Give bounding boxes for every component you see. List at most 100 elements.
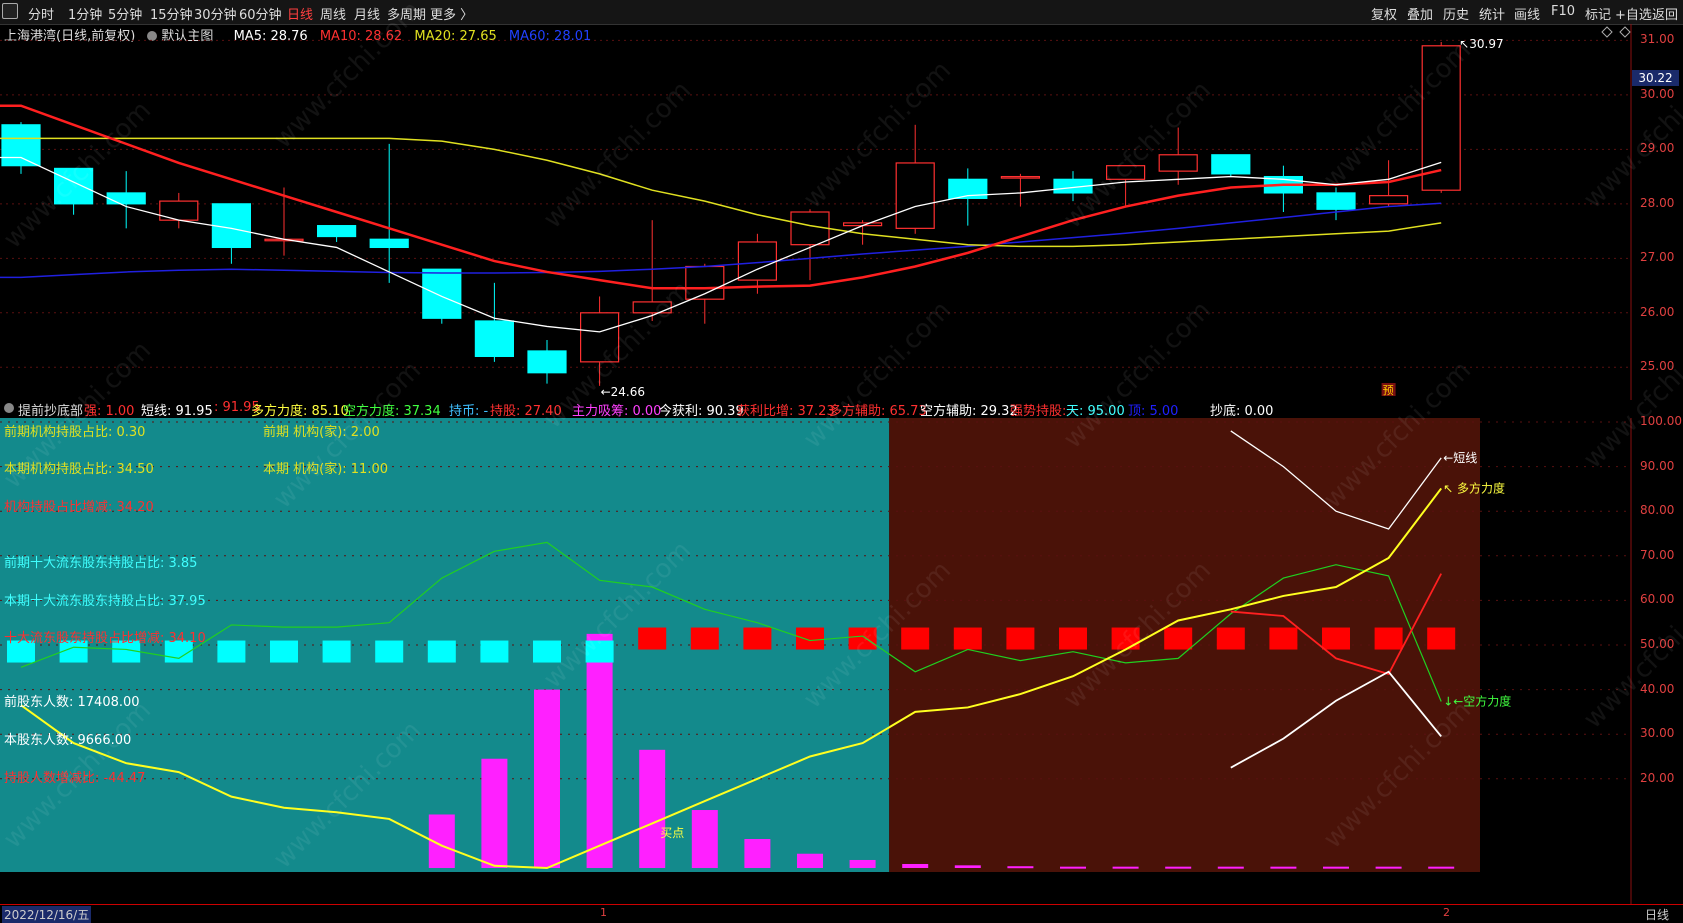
indicator-chart[interactable]: ←短线 ↖ 多方力度 ↓←空方力度买点 bbox=[0, 418, 1632, 904]
period-tab-4[interactable]: 30分钟 bbox=[194, 4, 237, 23]
accumulation-bar bbox=[954, 865, 981, 868]
accumulation-bar bbox=[1060, 866, 1086, 869]
indicator-value-4: 空方力度: 37.34 bbox=[343, 404, 441, 419]
hold-stock-block bbox=[901, 627, 930, 650]
short-line-label: ←短线 bbox=[1443, 451, 1477, 465]
hold-stock-block bbox=[1164, 627, 1193, 650]
candle-up bbox=[1368, 195, 1409, 205]
accumulation-bar bbox=[1165, 866, 1192, 869]
candle-up bbox=[1158, 154, 1198, 172]
accumulation-bar bbox=[797, 853, 823, 868]
info-cur-inst-count: 本期 机构(家): 11.00 bbox=[263, 462, 389, 477]
hold-stock-block bbox=[796, 627, 824, 650]
candle-down bbox=[53, 167, 94, 205]
hold-stock-block bbox=[1427, 627, 1456, 650]
hold-cash-block bbox=[427, 640, 456, 663]
indicator-value-10: 多方辅助: 65.73 bbox=[829, 404, 927, 419]
info-prev-holders: 前股东人数: 17408.00 bbox=[4, 695, 140, 710]
info-cur-top10: 本期十大流东股东持股占比: 37.95 bbox=[4, 594, 206, 609]
period-indicator[interactable]: 日线 bbox=[1645, 906, 1669, 923]
diamond-icon[interactable] bbox=[1601, 26, 1613, 38]
hold-stock-block bbox=[1059, 627, 1087, 650]
period-tab-6[interactable]: 日线 bbox=[287, 4, 313, 23]
hold-stock-block bbox=[1322, 627, 1350, 650]
hold-stock-block bbox=[743, 627, 772, 650]
accumulation-bar bbox=[744, 839, 771, 868]
month-marker-1: 1 bbox=[600, 906, 607, 919]
indicator-tick-label: 50.00 bbox=[1640, 637, 1675, 651]
period-tab-8[interactable]: 月线 bbox=[354, 4, 380, 23]
period-tab-0[interactable]: 分时 bbox=[28, 4, 54, 23]
indicator-tick-label: 90.00 bbox=[1640, 458, 1675, 473]
chevron-down-icon[interactable] bbox=[4, 403, 14, 413]
indicator-tick-label: 70.00 bbox=[1640, 547, 1675, 562]
price-tick-label: 27.00 bbox=[1640, 250, 1675, 265]
accumulation-bar bbox=[1217, 866, 1244, 869]
current-price-tag: 30.22 bbox=[1632, 70, 1679, 86]
accumulation-bar bbox=[902, 863, 929, 868]
price-tick-label: 25.00 bbox=[1640, 359, 1675, 374]
accumulation-bar bbox=[534, 689, 560, 868]
toolbar-button-8[interactable]: 返回 bbox=[1652, 4, 1678, 23]
candle-down bbox=[1211, 154, 1251, 175]
candle-up bbox=[632, 301, 672, 314]
info-prev-inst-count: 前期 机构(家): 2.00 bbox=[263, 425, 380, 440]
indicator-axis: 100.00 90.00 80.00 70.00 60.00 50.00 40.00 30.0… bbox=[1632, 414, 1683, 896]
price-tick-label: 31.00 bbox=[1640, 32, 1675, 47]
hold-cash-block bbox=[322, 640, 351, 663]
info-cur-inst-ratio: 本期机构持股占比: 34.50 bbox=[4, 462, 154, 477]
high-price-annotation: ↖30.97 bbox=[1459, 37, 1503, 51]
accumulation-bar bbox=[586, 633, 613, 868]
indicator-value-8: 今获利: 90.39 bbox=[659, 404, 744, 419]
toolbar-button-1[interactable]: 叠加 bbox=[1407, 4, 1433, 23]
hold-cash-block bbox=[480, 640, 509, 663]
candle-up bbox=[1421, 45, 1461, 191]
long-power-label: ↖ 多方力度 bbox=[1443, 480, 1505, 495]
candle-down bbox=[1, 124, 41, 167]
period-tab-10[interactable]: 更多 〉 bbox=[430, 4, 473, 23]
indicator-tick-label: 80.00 bbox=[1640, 503, 1675, 518]
indicator-value-0: 强: 1.00 bbox=[84, 404, 135, 419]
toolbar-button-2[interactable]: 历史 bbox=[1443, 4, 1469, 23]
candlestick-chart[interactable]: ↖30.97 ←24.66 预 bbox=[0, 24, 1632, 400]
short-power-label: ↓←空方力度 bbox=[1443, 693, 1511, 708]
hold-cash-block bbox=[585, 640, 614, 663]
toolbar-button-0[interactable]: 复权 bbox=[1371, 4, 1397, 23]
period-tab-9[interactable]: 多周期 bbox=[387, 4, 426, 23]
period-tab-3[interactable]: 15分钟 bbox=[150, 4, 193, 23]
period-tab-7[interactable]: 周线 bbox=[320, 4, 346, 23]
indicator-tick-label: 30.00 bbox=[1640, 726, 1675, 741]
toolbar-button-5[interactable]: F10 bbox=[1551, 4, 1575, 19]
period-tab-1[interactable]: 1分钟 bbox=[68, 4, 102, 23]
hold-stock-block bbox=[953, 627, 982, 650]
info-prev-inst-ratio: 前期机构持股占比: 0.30 bbox=[4, 425, 146, 440]
candle-down bbox=[106, 192, 146, 205]
indicator-value-1: 短线: 91.95 bbox=[141, 404, 213, 419]
indicator-name[interactable]: 提前抄底部 bbox=[18, 400, 83, 419]
period-toolbar: 分时 1分钟 5分钟 15分钟 30分钟 60分钟 日线 周线 月线 多周期 更多 〉 复权 叠加 历史… bbox=[0, 0, 1683, 25]
indicator-value-3: 多方力度: 85.10 bbox=[251, 404, 349, 419]
accumulation-bar bbox=[849, 859, 876, 868]
period-tab-2[interactable]: 5分钟 bbox=[108, 4, 142, 23]
hold-cash-block bbox=[375, 640, 404, 663]
indicator-value-15: 抄底: 0.00 bbox=[1210, 404, 1274, 419]
toolbar-button-4[interactable]: 画线 bbox=[1514, 4, 1540, 23]
diamond-icon[interactable] bbox=[1619, 26, 1631, 38]
menu-icon[interactable] bbox=[2, 3, 18, 19]
candle-down bbox=[211, 203, 251, 249]
hold-cash-block bbox=[217, 640, 246, 663]
time-axis-bar: 2022/12/16/五 1 2 日线 bbox=[0, 904, 1683, 923]
indicator-value-14: 顶: 5.00 bbox=[1128, 404, 1179, 419]
toolbar-button-6[interactable]: 标记 bbox=[1585, 4, 1611, 23]
toolbar-button-7[interactable]: +自选 bbox=[1615, 4, 1652, 23]
hold-stock-block bbox=[1216, 627, 1245, 650]
hold-stock-block bbox=[1006, 627, 1035, 650]
candle-up bbox=[1000, 175, 1041, 179]
indicator-value-13: 天: 95.00 bbox=[1066, 404, 1125, 419]
accumulation-bar bbox=[1323, 866, 1349, 869]
accumulation-bar bbox=[1270, 866, 1297, 869]
period-tab-5[interactable]: 60分钟 bbox=[239, 4, 282, 23]
accumulation-bar bbox=[1112, 866, 1139, 869]
toolbar-button-3[interactable]: 统计 bbox=[1479, 4, 1505, 23]
candle-down bbox=[422, 268, 462, 319]
